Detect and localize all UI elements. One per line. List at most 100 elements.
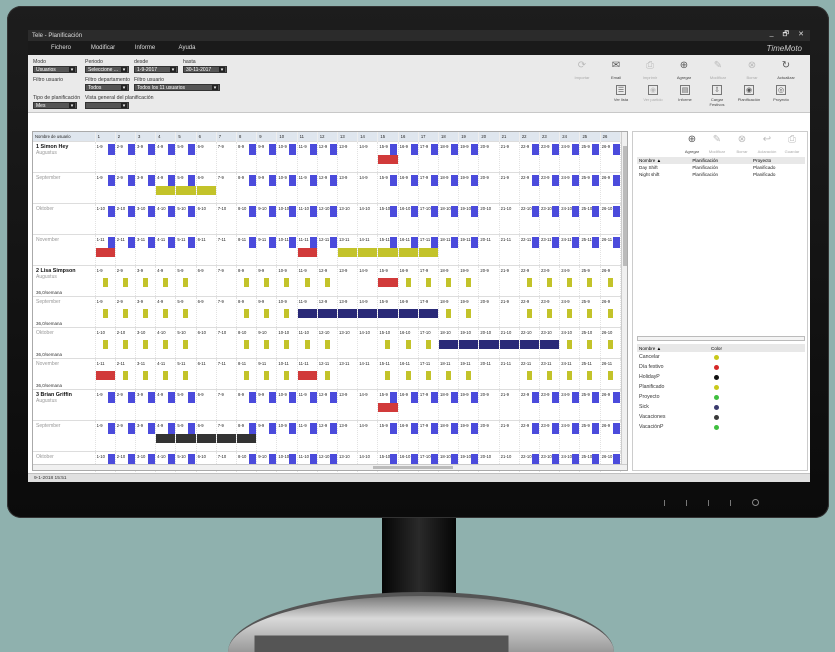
day-cell[interactable]: 7-9 [216, 388, 237, 420]
day-cell[interactable]: 14-11 [357, 233, 379, 265]
day-cell[interactable]: 1-9 [95, 388, 116, 420]
legend-col-color[interactable]: Color [711, 346, 722, 351]
day-cell[interactable]: 8-10 [236, 326, 258, 358]
column-header-day[interactable]: 14 [357, 132, 379, 141]
day-cell[interactable]: 24-9 [559, 295, 581, 327]
user-month-cell[interactable]: 1 Simon Hey Augustus [33, 140, 96, 172]
day-cell[interactable]: 18-10 [438, 202, 460, 234]
table-row[interactable]: 2 Lisa Simpson Augustus 36,0/semana 1-9 2-9 3… [33, 264, 622, 296]
day-cell[interactable]: 21-10 [499, 326, 520, 358]
report-view-button[interactable]: ▤ Informe [671, 85, 699, 102]
user-month-cell[interactable]: 2 Lisa Simpson Augustus 36,0/semana [33, 264, 96, 296]
day-cell[interactable]: 19-10 [458, 326, 480, 358]
day-cell[interactable]: 17-9 [418, 264, 440, 296]
day-cell[interactable]: 11-9 [297, 295, 318, 327]
day-cell[interactable]: 11-10 [297, 202, 318, 234]
day-cell[interactable]: 22-11 [519, 357, 541, 389]
day-cell[interactable]: 13-10 [337, 202, 359, 234]
add-button[interactable]: ⊕ Agregar [670, 59, 698, 80]
column-header-day[interactable]: 2 [115, 132, 136, 141]
day-cell[interactable]: 6-9 [196, 171, 217, 203]
day-cell[interactable]: 8-9 [236, 295, 258, 327]
day-cell[interactable]: 13-9 [337, 171, 359, 203]
day-cell[interactable]: 20-9 [478, 264, 500, 296]
column-header-day[interactable]: 24 [559, 132, 581, 141]
day-cell[interactable]: 10-9 [276, 140, 298, 172]
panel-horizontal-scrollbar[interactable] [637, 336, 805, 341]
day-cell[interactable]: 8-9 [236, 419, 258, 451]
day-cell[interactable]: 11-11 [297, 357, 318, 389]
minimize-button[interactable]: _ [770, 30, 774, 41]
day-cell[interactable]: 6-11 [196, 357, 217, 389]
day-cell[interactable]: 25-10 [579, 202, 601, 234]
modo-select[interactable]: Usuarios [33, 66, 77, 73]
day-cell[interactable]: 17-9 [418, 140, 440, 172]
day-cell[interactable]: 20-9 [478, 295, 500, 327]
day-cell[interactable]: 5-9 [175, 295, 197, 327]
day-cell[interactable]: 8-10 [236, 202, 258, 234]
day-cell[interactable]: 3-9 [135, 295, 157, 327]
day-cell[interactable]: 17-9 [418, 171, 440, 203]
day-cell[interactable]: 1-10 [95, 202, 116, 234]
table-row[interactable]: 3 Brian Griffin Augustus 1-9 2-9 3-9 4-9 5-9 6-… [33, 388, 622, 420]
day-cell[interactable]: 20-9 [478, 140, 500, 172]
table-row[interactable]: 1 Simon Hey Augustus 1-9 2-9 3-9 4-9 5-9 6-9 7-9… [33, 140, 622, 172]
day-cell[interactable]: 8-9 [236, 171, 258, 203]
day-cell[interactable]: 6-9 [196, 264, 217, 296]
menu-fichero[interactable]: Fichero [40, 45, 82, 51]
day-cell[interactable]: 16-9 [398, 419, 419, 451]
day-cell[interactable]: 26-9 [600, 419, 622, 451]
day-cell[interactable]: 17-11 [418, 233, 440, 265]
legend-row[interactable]: Sick [637, 402, 805, 412]
table-row[interactable]: November 36,0/semana 1-11 2-11 3-11 4-11 5-11 6… [33, 357, 622, 389]
day-cell[interactable]: 23-10 [539, 202, 561, 234]
day-cell[interactable]: 25-9 [579, 295, 601, 327]
day-cell[interactable]: 2-9 [115, 171, 136, 203]
monitor-button[interactable] [730, 499, 731, 506]
day-cell[interactable]: 3-9 [135, 264, 157, 296]
day-cell[interactable]: 2-9 [115, 419, 136, 451]
day-cell[interactable]: 18-9 [438, 388, 460, 420]
day-cell[interactable]: 5-11 [175, 357, 197, 389]
day-cell[interactable]: 2-9 [115, 295, 136, 327]
power-icon[interactable] [752, 499, 759, 506]
day-cell[interactable]: 20-9 [478, 388, 500, 420]
download-view-button[interactable]: ⇩ Cargar Festivos [703, 85, 731, 107]
day-cell[interactable]: 12-10 [317, 202, 339, 234]
day-cell[interactable]: 5-9 [175, 388, 197, 420]
panel-add-button[interactable]: ⊕ Agregar [681, 133, 703, 154]
day-cell[interactable]: 6-9 [196, 295, 217, 327]
day-cell[interactable]: 2-9 [115, 140, 136, 172]
day-cell[interactable]: 21-9 [499, 388, 520, 420]
day-cell[interactable]: 4-9 [155, 419, 177, 451]
day-cell[interactable]: 14-9 [357, 419, 379, 451]
day-cell[interactable]: 11-9 [297, 140, 318, 172]
day-cell[interactable]: 12-9 [317, 388, 339, 420]
table-row[interactable]: September 1-9 2-9 3-9 4-9 5-9 6-9 7-9 8-9 9-9 10-9… [33, 171, 622, 203]
day-cell[interactable]: 26-9 [600, 388, 622, 420]
day-cell[interactable]: 26-11 [600, 357, 622, 389]
day-cell[interactable]: 23-9 [539, 388, 561, 420]
day-cell[interactable]: 9-11 [256, 357, 278, 389]
day-cell[interactable]: 10-9 [276, 419, 298, 451]
day-cell[interactable]: 23-9 [539, 419, 561, 451]
day-cell[interactable]: 16-11 [398, 357, 419, 389]
day-cell[interactable]: 10-11 [276, 357, 298, 389]
day-cell[interactable]: 7-11 [216, 357, 237, 389]
day-cell[interactable]: 12-9 [317, 264, 339, 296]
day-cell[interactable]: 1-9 [95, 171, 116, 203]
day-cell[interactable]: 11-10 [297, 326, 318, 358]
day-cell[interactable]: 13-11 [337, 357, 359, 389]
day-cell[interactable]: 22-10 [519, 202, 541, 234]
column-header-day[interactable]: 9 [256, 132, 278, 141]
monitor-button[interactable] [686, 499, 687, 506]
printer-button[interactable]: ⎙ Imprimir [636, 59, 664, 80]
day-cell[interactable]: 19-9 [458, 419, 480, 451]
day-cell[interactable]: 4-10 [155, 202, 177, 234]
depto-select[interactable]: Todos [85, 84, 129, 91]
day-cell[interactable]: 23-10 [539, 326, 561, 358]
legend-row[interactable]: Proyecto [637, 392, 805, 402]
column-header-day[interactable]: 23 [539, 132, 561, 141]
day-cell[interactable]: 17-9 [418, 295, 440, 327]
day-cell[interactable]: 10-9 [276, 295, 298, 327]
